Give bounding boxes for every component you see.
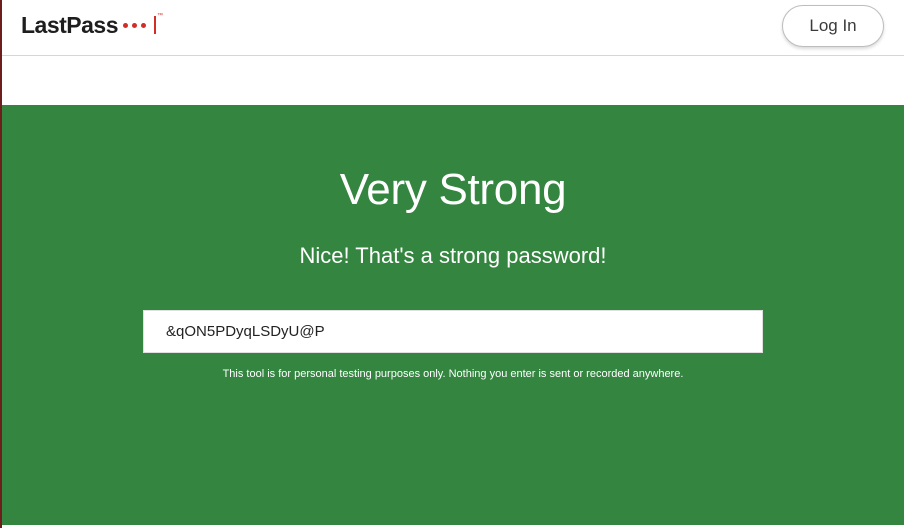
page-frame: LastPass ™ Log In Very Strong Nice! That…	[0, 0, 908, 528]
site-header: LastPass ™ Log In	[2, 0, 904, 56]
login-button[interactable]: Log In	[782, 5, 884, 47]
logo-trademark: ™	[157, 13, 164, 19]
password-input[interactable]	[143, 310, 763, 353]
strength-message: Nice! That's a strong password!	[299, 243, 607, 268]
privacy-disclaimer: This tool is for personal testing purpos…	[222, 368, 684, 380]
strength-rating: Very Strong	[339, 165, 567, 214]
password-strength-panel: Very Strong Nice! That's a strong passwo…	[2, 105, 904, 525]
lastpass-logo[interactable]: LastPass ™	[21, 11, 163, 39]
window-right-edge	[904, 0, 908, 528]
logo-wordmark: LastPass	[21, 11, 119, 38]
logo-dots-icon	[123, 16, 157, 34]
